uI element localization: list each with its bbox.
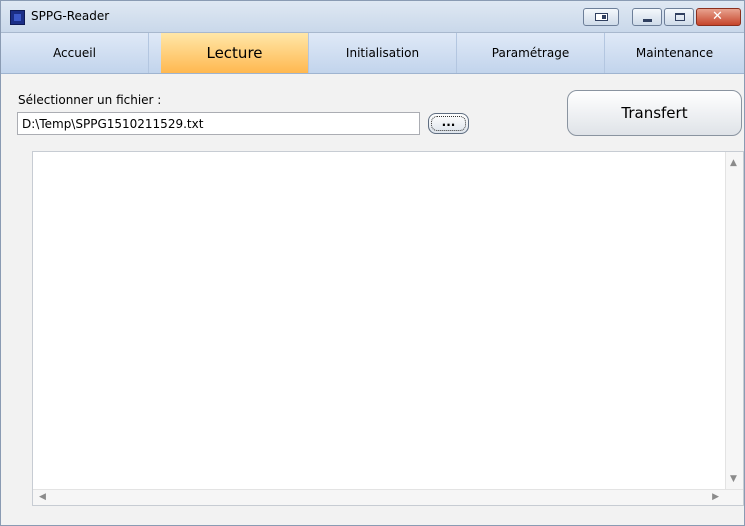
select-file-label: Sélectionner un fichier : <box>18 93 162 107</box>
tab-bar: Accueil Lecture Initialisation Paramétra… <box>1 33 744 74</box>
close-button[interactable]: ✕ <box>696 8 741 26</box>
minimize-button[interactable] <box>632 8 662 26</box>
scroll-left-icon[interactable]: ◀ <box>39 492 46 502</box>
horizontal-scrollbar[interactable]: ◀ ▶ <box>33 489 743 505</box>
app-window: SPPG-Reader ✕ Accueil Lecture Initialisa… <box>0 0 745 526</box>
window-title: SPPG-Reader <box>31 9 110 23</box>
window-extra-button[interactable] <box>583 8 619 26</box>
vertical-scrollbar[interactable]: ▲ ▼ <box>725 152 743 490</box>
focus-ring <box>431 116 466 131</box>
window-switch-icon <box>595 13 608 21</box>
file-path-input[interactable] <box>17 112 420 135</box>
tab-lecture[interactable]: Lecture <box>161 33 309 73</box>
tab-accueil[interactable]: Accueil <box>1 33 149 73</box>
scroll-down-icon[interactable]: ▼ <box>730 474 737 484</box>
scroll-up-icon[interactable]: ▲ <box>730 158 737 168</box>
output-text-area[interactable]: ▲ ▼ ◀ ▶ <box>32 151 744 506</box>
app-icon <box>10 10 25 25</box>
maximize-button[interactable] <box>664 8 694 26</box>
tab-parametrage[interactable]: Paramétrage <box>457 33 605 73</box>
browse-button[interactable]: ... <box>428 113 469 134</box>
close-icon: ✕ <box>712 9 723 24</box>
scroll-right-icon[interactable]: ▶ <box>712 492 719 502</box>
tab-initialisation[interactable]: Initialisation <box>309 33 457 73</box>
tab-maintenance[interactable]: Maintenance <box>605 33 744 73</box>
transfer-button[interactable]: Transfert <box>567 90 742 136</box>
minimize-icon <box>643 19 652 22</box>
maximize-icon <box>675 13 685 21</box>
title-bar[interactable]: SPPG-Reader ✕ <box>1 1 744 33</box>
